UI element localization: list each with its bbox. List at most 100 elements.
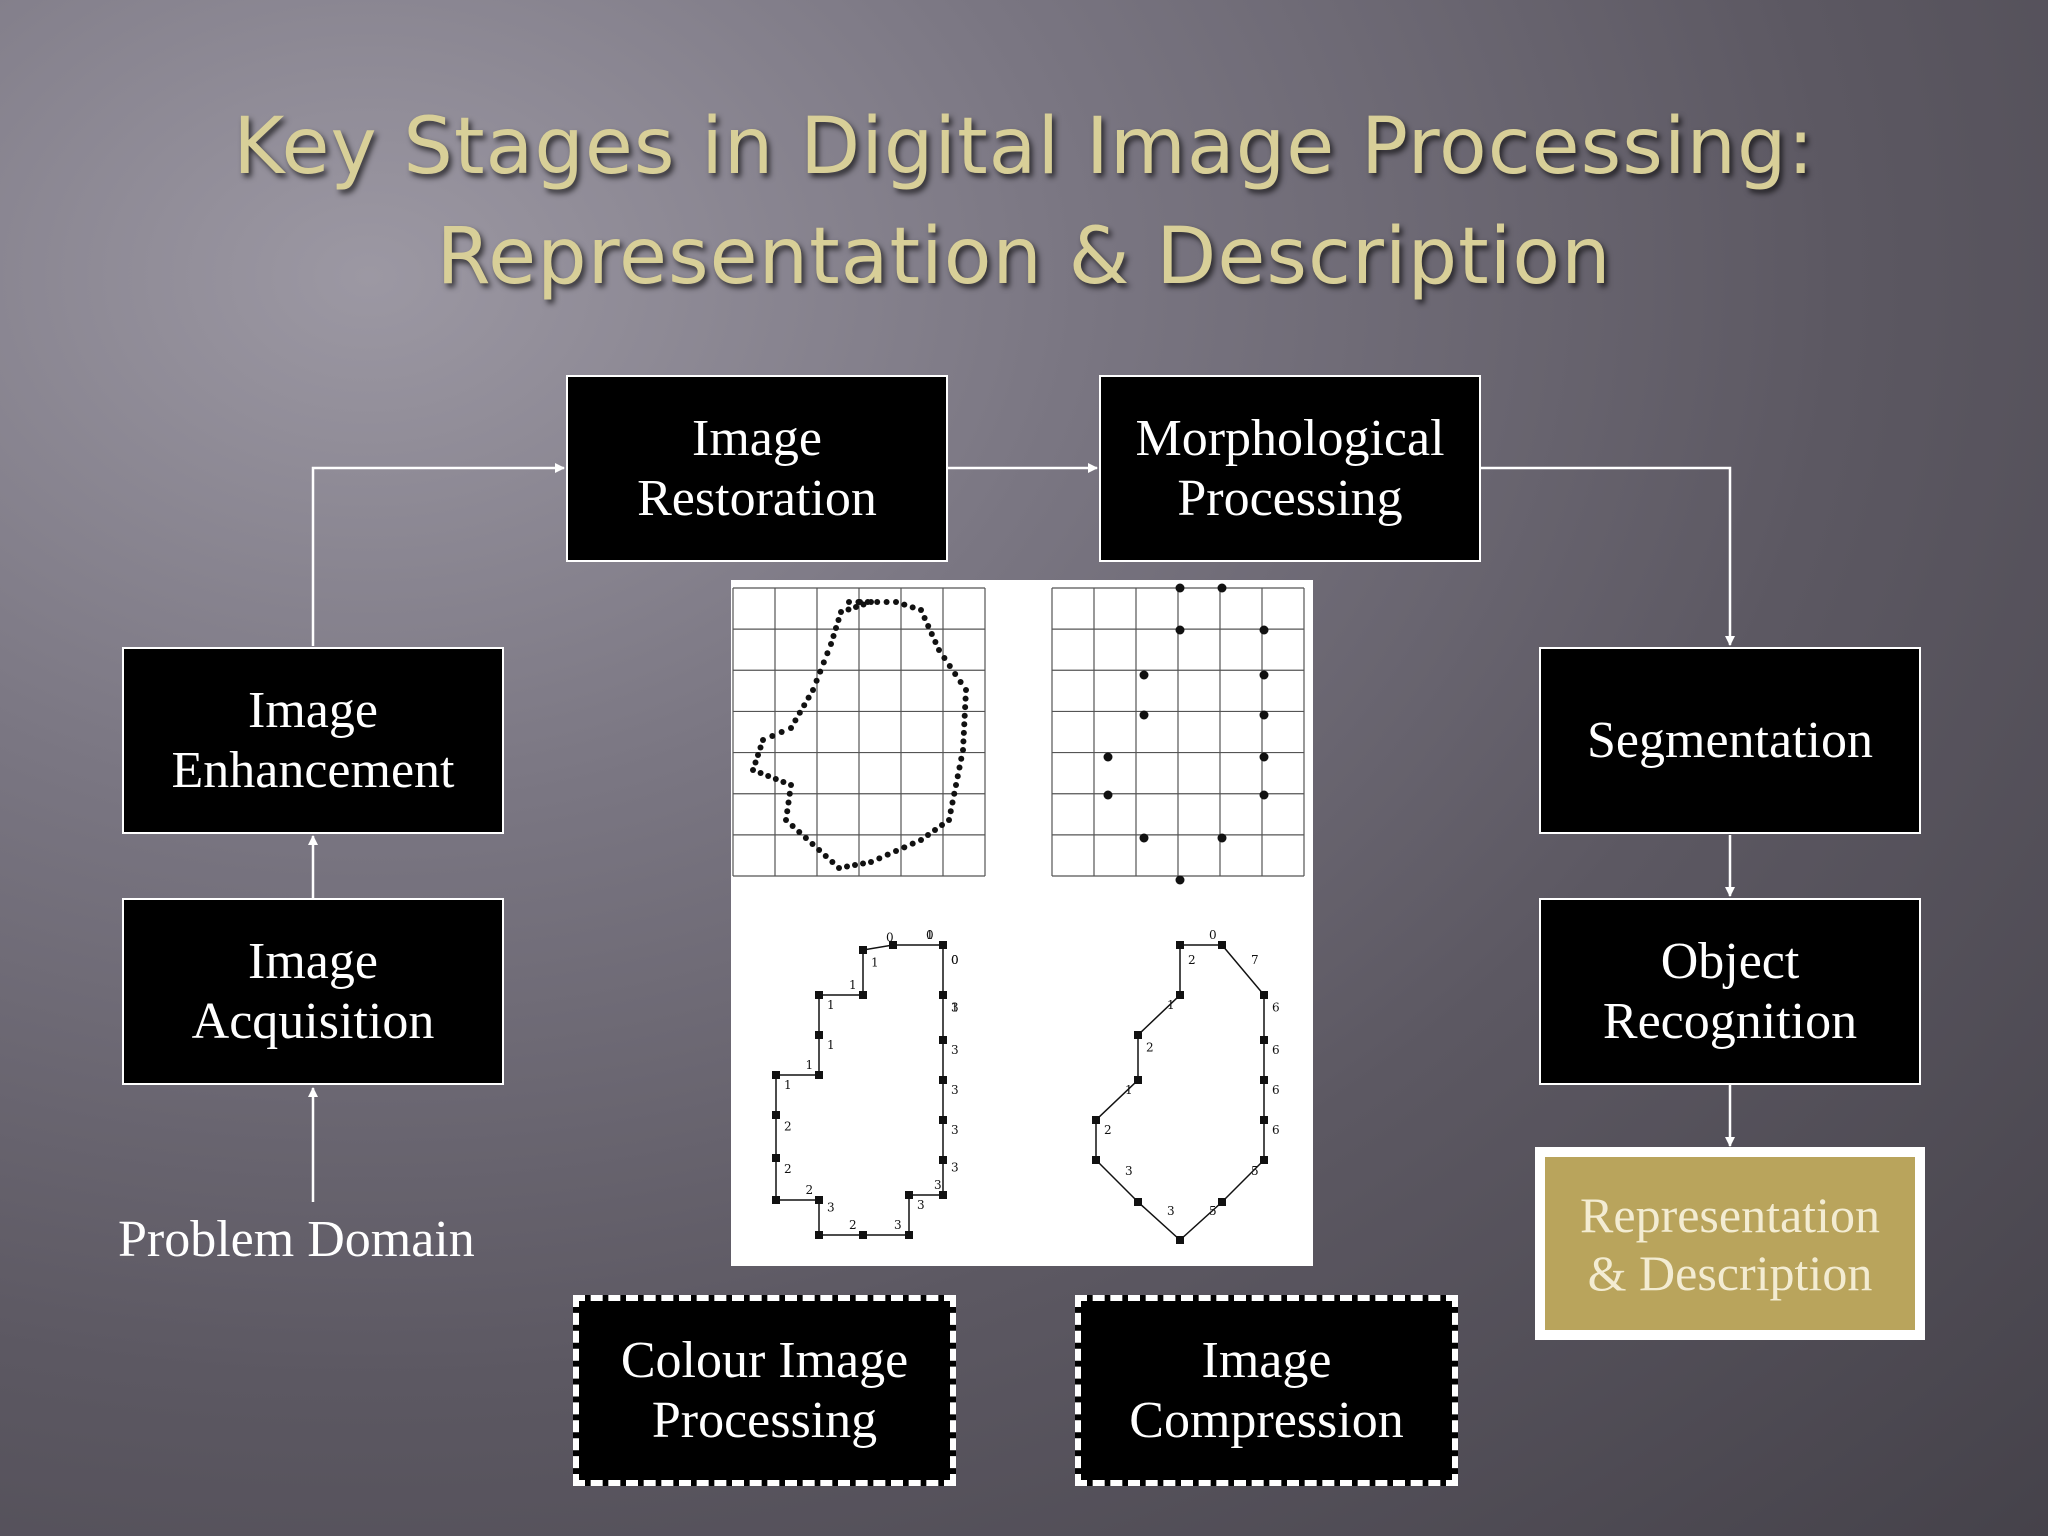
chain-node [815, 1196, 823, 1204]
chain-node [815, 1231, 823, 1239]
boundary-dot [769, 733, 776, 739]
boundary-dot [962, 704, 969, 711]
boundary-dot [755, 752, 761, 758]
boundary-dot [836, 865, 842, 871]
boundary-sample [1217, 583, 1227, 593]
chain-code-digit: 3 [934, 1178, 942, 1192]
chain-code-figure: 0033333333232221111110 101 07666655332121… [732, 583, 1305, 1244]
stage-image-restoration: Image Restoration [566, 375, 948, 562]
chain-node [815, 1071, 823, 1079]
chain-node [1134, 1076, 1142, 1084]
chain-node [772, 1154, 780, 1162]
chain-node [1092, 1116, 1100, 1124]
chain-code-digit: 5 [1251, 1164, 1259, 1178]
boundary-dot [816, 847, 823, 853]
chain-node [939, 1076, 947, 1084]
boundary-dot [788, 725, 794, 731]
chain-node [1260, 1036, 1268, 1044]
boundary-dot [956, 764, 963, 771]
boundary-dot [830, 633, 837, 639]
chain-code-digit: 3 [894, 1218, 902, 1232]
boundary-dot [810, 687, 816, 693]
stage-label: Representation & Description [1580, 1186, 1880, 1301]
chain-code-digit: 1 [806, 1058, 814, 1072]
boundary-sample [1259, 670, 1269, 680]
boundary-dot [957, 679, 964, 685]
boundary-dot [786, 790, 793, 797]
boundary-sample [1139, 710, 1149, 720]
chain-node [1260, 1076, 1268, 1084]
boundary-dot [951, 790, 958, 797]
boundary-dot [936, 647, 942, 653]
boundary-dot [805, 694, 812, 701]
stage-label: Image Acquisition [191, 932, 435, 1050]
boundary-dot [788, 782, 794, 788]
chain-node [1260, 1116, 1268, 1124]
boundary-sample [1175, 875, 1185, 885]
boundary-dot [921, 615, 928, 621]
boundary-sample [1139, 833, 1149, 843]
boundary-dot [909, 604, 916, 611]
boundary-dot [765, 773, 772, 779]
boundary-dot [855, 599, 862, 605]
chain-code-8-direction [1092, 941, 1268, 1244]
boundary-dot [784, 808, 791, 815]
chain-code-4-direction [772, 941, 947, 1239]
boundary-sample [1259, 790, 1269, 800]
chain-code-digit: 1 [1167, 998, 1175, 1012]
boundary-dot [963, 687, 969, 693]
chain-code-8-labels: 0 7 6 6 6 6 5 5 3 3 2 1 2 1 2 [1104, 928, 1280, 1218]
stage-image-acquisition: Image Acquisition [122, 898, 504, 1085]
boundary-grid-fine [732, 587, 986, 877]
boundary-dot [860, 860, 866, 867]
chain-node [772, 1111, 780, 1119]
boundary-dot [932, 827, 938, 833]
stage-label: Segmentation [1587, 711, 1873, 769]
chain-node [1134, 1198, 1142, 1206]
boundary-dot [961, 712, 968, 719]
chain-node [1218, 941, 1226, 949]
chain-code-digit: 1 [1125, 1083, 1133, 1097]
stage-label: Object Recognition [1602, 932, 1858, 1050]
chain-code-digit: 3 [951, 1083, 959, 1097]
boundary-dot [813, 677, 820, 684]
chain-code-digit: 1 [784, 1078, 792, 1092]
stage-representation-description: Representation & Description [1535, 1147, 1925, 1340]
chain-node [1134, 1031, 1142, 1039]
boundary-dot [822, 853, 829, 859]
chain-code-digit: 3 [1167, 1204, 1175, 1218]
chain-code-digit: 2 [784, 1120, 792, 1134]
chain-code-digit: 0 [886, 931, 894, 945]
boundary-dot [952, 671, 959, 677]
boundary-sample [1217, 833, 1227, 843]
boundary-dot [901, 844, 908, 851]
stage-image-enhancement: Image Enhancement [122, 647, 504, 834]
chain-code-digit: 3 [951, 1043, 959, 1057]
chain-node [1176, 941, 1184, 949]
boundary-dot [796, 709, 803, 716]
chain-code-digit: 2 [1104, 1123, 1112, 1137]
boundary-sample [1139, 670, 1149, 680]
chain-node [939, 1156, 947, 1164]
chain-path [1095, 944, 1265, 1242]
boundary-dot [960, 738, 967, 745]
chain-code-digit: 3 [951, 1161, 959, 1175]
chain-code-digit: 0 [1209, 928, 1217, 942]
chain-node [905, 1191, 913, 1199]
chain-node [1176, 1236, 1184, 1244]
boundary-dot [835, 617, 842, 623]
chain-node [1176, 991, 1184, 999]
arrow-morphological-to-segmentation [1480, 466, 1735, 646]
chain-node [939, 1191, 947, 1199]
chain-node [1260, 1156, 1268, 1164]
boundary-dot [918, 837, 924, 843]
chain-code-digit: 3 [917, 1198, 925, 1212]
boundary-dot [954, 773, 961, 780]
boundary-dot [828, 641, 834, 647]
boundary-dot [893, 848, 899, 854]
boundary-dot [802, 835, 809, 841]
boundary-dot [949, 799, 956, 806]
boundary-dot [960, 747, 966, 753]
boundary-dot [752, 759, 759, 766]
chain-code-illustration: 0033333333232221111110101 07666655332121… [731, 580, 1313, 1266]
